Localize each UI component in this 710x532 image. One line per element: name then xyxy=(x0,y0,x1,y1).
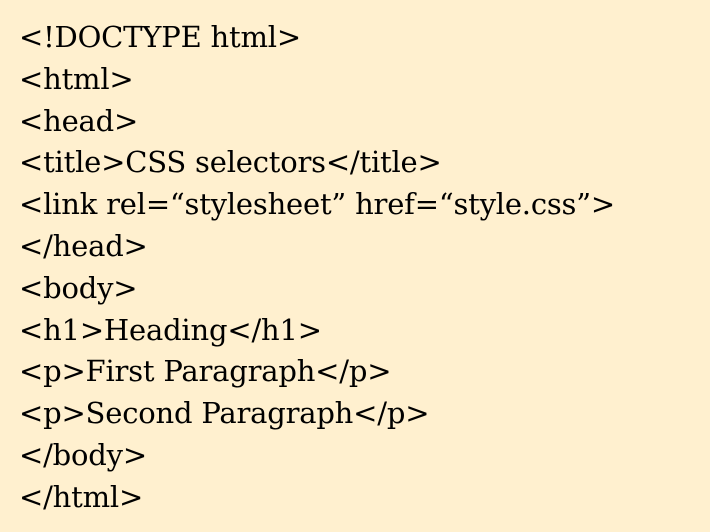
code-line-body-open: <body> xyxy=(19,270,138,305)
code-line-link: <link rel=“stylesheet” href=“style.css”> xyxy=(19,187,615,222)
code-line-second-paragraph: <p>Second Paragraph</p> xyxy=(19,396,430,431)
code-line-html-close: </html> xyxy=(19,479,144,514)
code-line-body-close: </body> xyxy=(19,437,147,472)
code-line-h1: <h1>Heading</h1> xyxy=(19,312,322,347)
code-listing: <!DOCTYPE html> <html> <head> <title>CSS… xyxy=(0,0,710,532)
code-line-title: <title>CSS selectors</title> xyxy=(19,145,442,180)
code-line-doctype: <!DOCTYPE html> xyxy=(19,20,301,54)
code-line-head-open: <head> xyxy=(19,103,139,138)
code-line-first-paragraph: <p>First Paragraph</p> xyxy=(19,354,392,389)
code-line-html-open: <html> xyxy=(19,61,134,96)
code-line-head-close: </head> xyxy=(19,228,148,263)
